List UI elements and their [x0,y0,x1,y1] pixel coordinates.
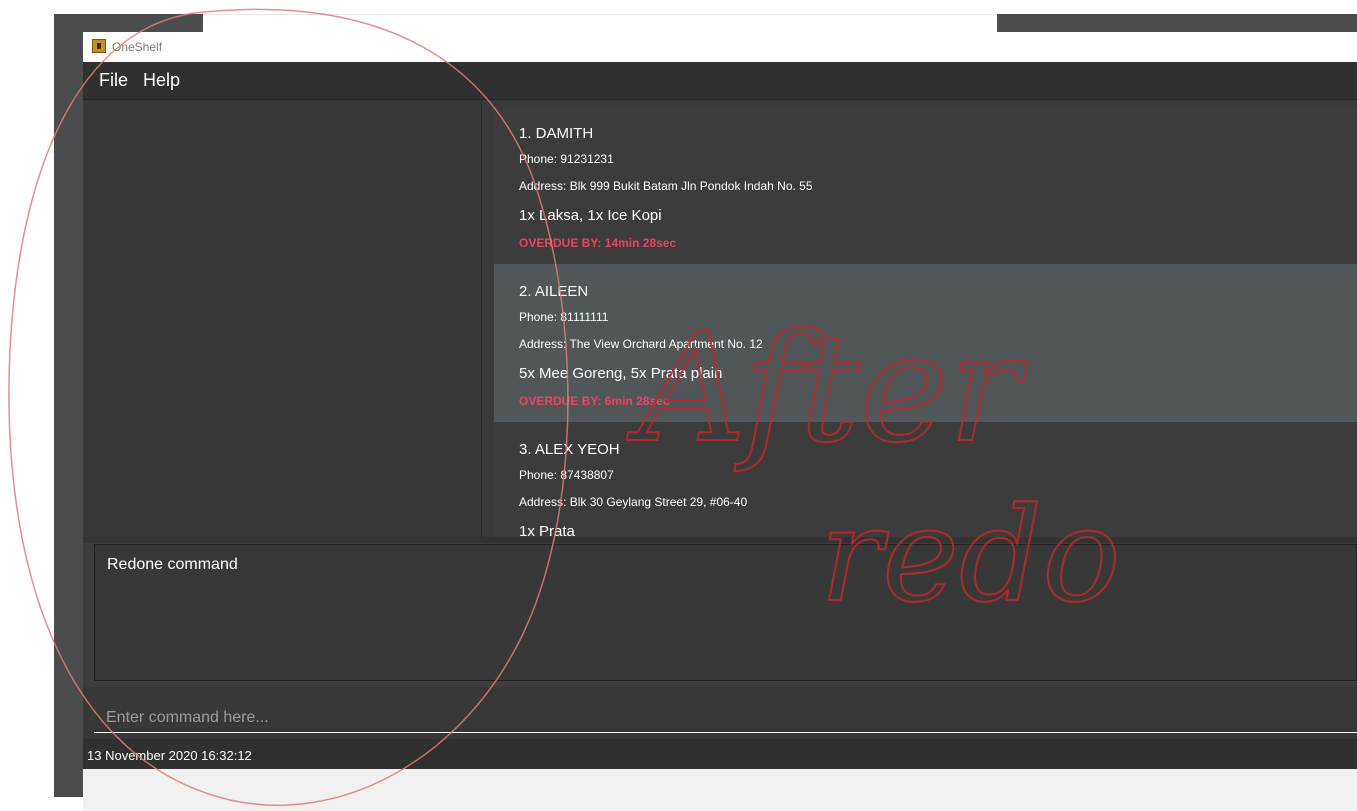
window-title: OneShelf [112,40,163,54]
order-phone: Phone: 81111111 [519,310,609,324]
order-card-selected[interactable]: 2. AILEEN Phone: 81111111 Address: The V… [494,264,1357,422]
order-items: 1x Laksa, 1x Ice Kopi [519,207,662,224]
result-display: Redone command [94,544,1357,681]
desktop-background-top-right [997,14,1357,32]
order-address: Address: The View Orchard Apartment No. … [519,337,763,351]
order-list[interactable]: 1. DAMITH Phone: 91231231 Address: Blk 9… [482,100,1357,537]
app-logo-icon [92,39,106,53]
order-address: Address: Blk 999 Bukit Batam Jln Pondok … [519,179,813,193]
menu-file[interactable]: File [99,70,128,91]
side-panel [83,100,482,537]
status-datetime: 13 November 2020 16:32:12 [87,748,252,763]
order-card[interactable]: 1. DAMITH Phone: 91231231 Address: Blk 9… [494,106,1357,264]
status-bar: 13 November 2020 16:32:12 [83,739,1357,769]
order-overdue-status: OVERDUE BY: 6min 28sec [519,394,670,408]
result-message: Redone command [107,556,238,573]
order-card[interactable]: 3. ALEX YEOH Phone: 87438807 Address: Bl… [494,422,1357,537]
app-window: OneShelf File Help 1. DAMITH Phone: 9123… [83,32,1357,811]
desktop-background-top [54,14,203,32]
order-overdue-status: OVERDUE BY: 14min 28sec [519,236,677,250]
order-phone: Phone: 91231231 [519,152,614,166]
title-bar: OneShelf [83,32,1357,62]
command-box [83,687,1357,739]
order-items: 5x Mee Goreng, 5x Prata plain [519,365,723,382]
order-items: 1x Prata [519,523,575,537]
window-bottom-area [83,769,1357,811]
command-input[interactable] [94,687,1357,733]
order-address: Address: Blk 30 Geylang Street 29, #06-4… [519,495,748,509]
order-customer-name: 2. AILEEN [519,283,589,300]
menu-bar: File Help [83,62,1357,100]
pane-divider [83,537,1357,543]
order-customer-name: 3. ALEX YEOH [519,441,620,458]
order-phone: Phone: 87438807 [519,468,614,482]
order-customer-name: 1. DAMITH [519,125,594,142]
menu-help[interactable]: Help [143,70,180,91]
desktop-background [54,14,84,797]
desktop-window-strip [203,14,997,33]
